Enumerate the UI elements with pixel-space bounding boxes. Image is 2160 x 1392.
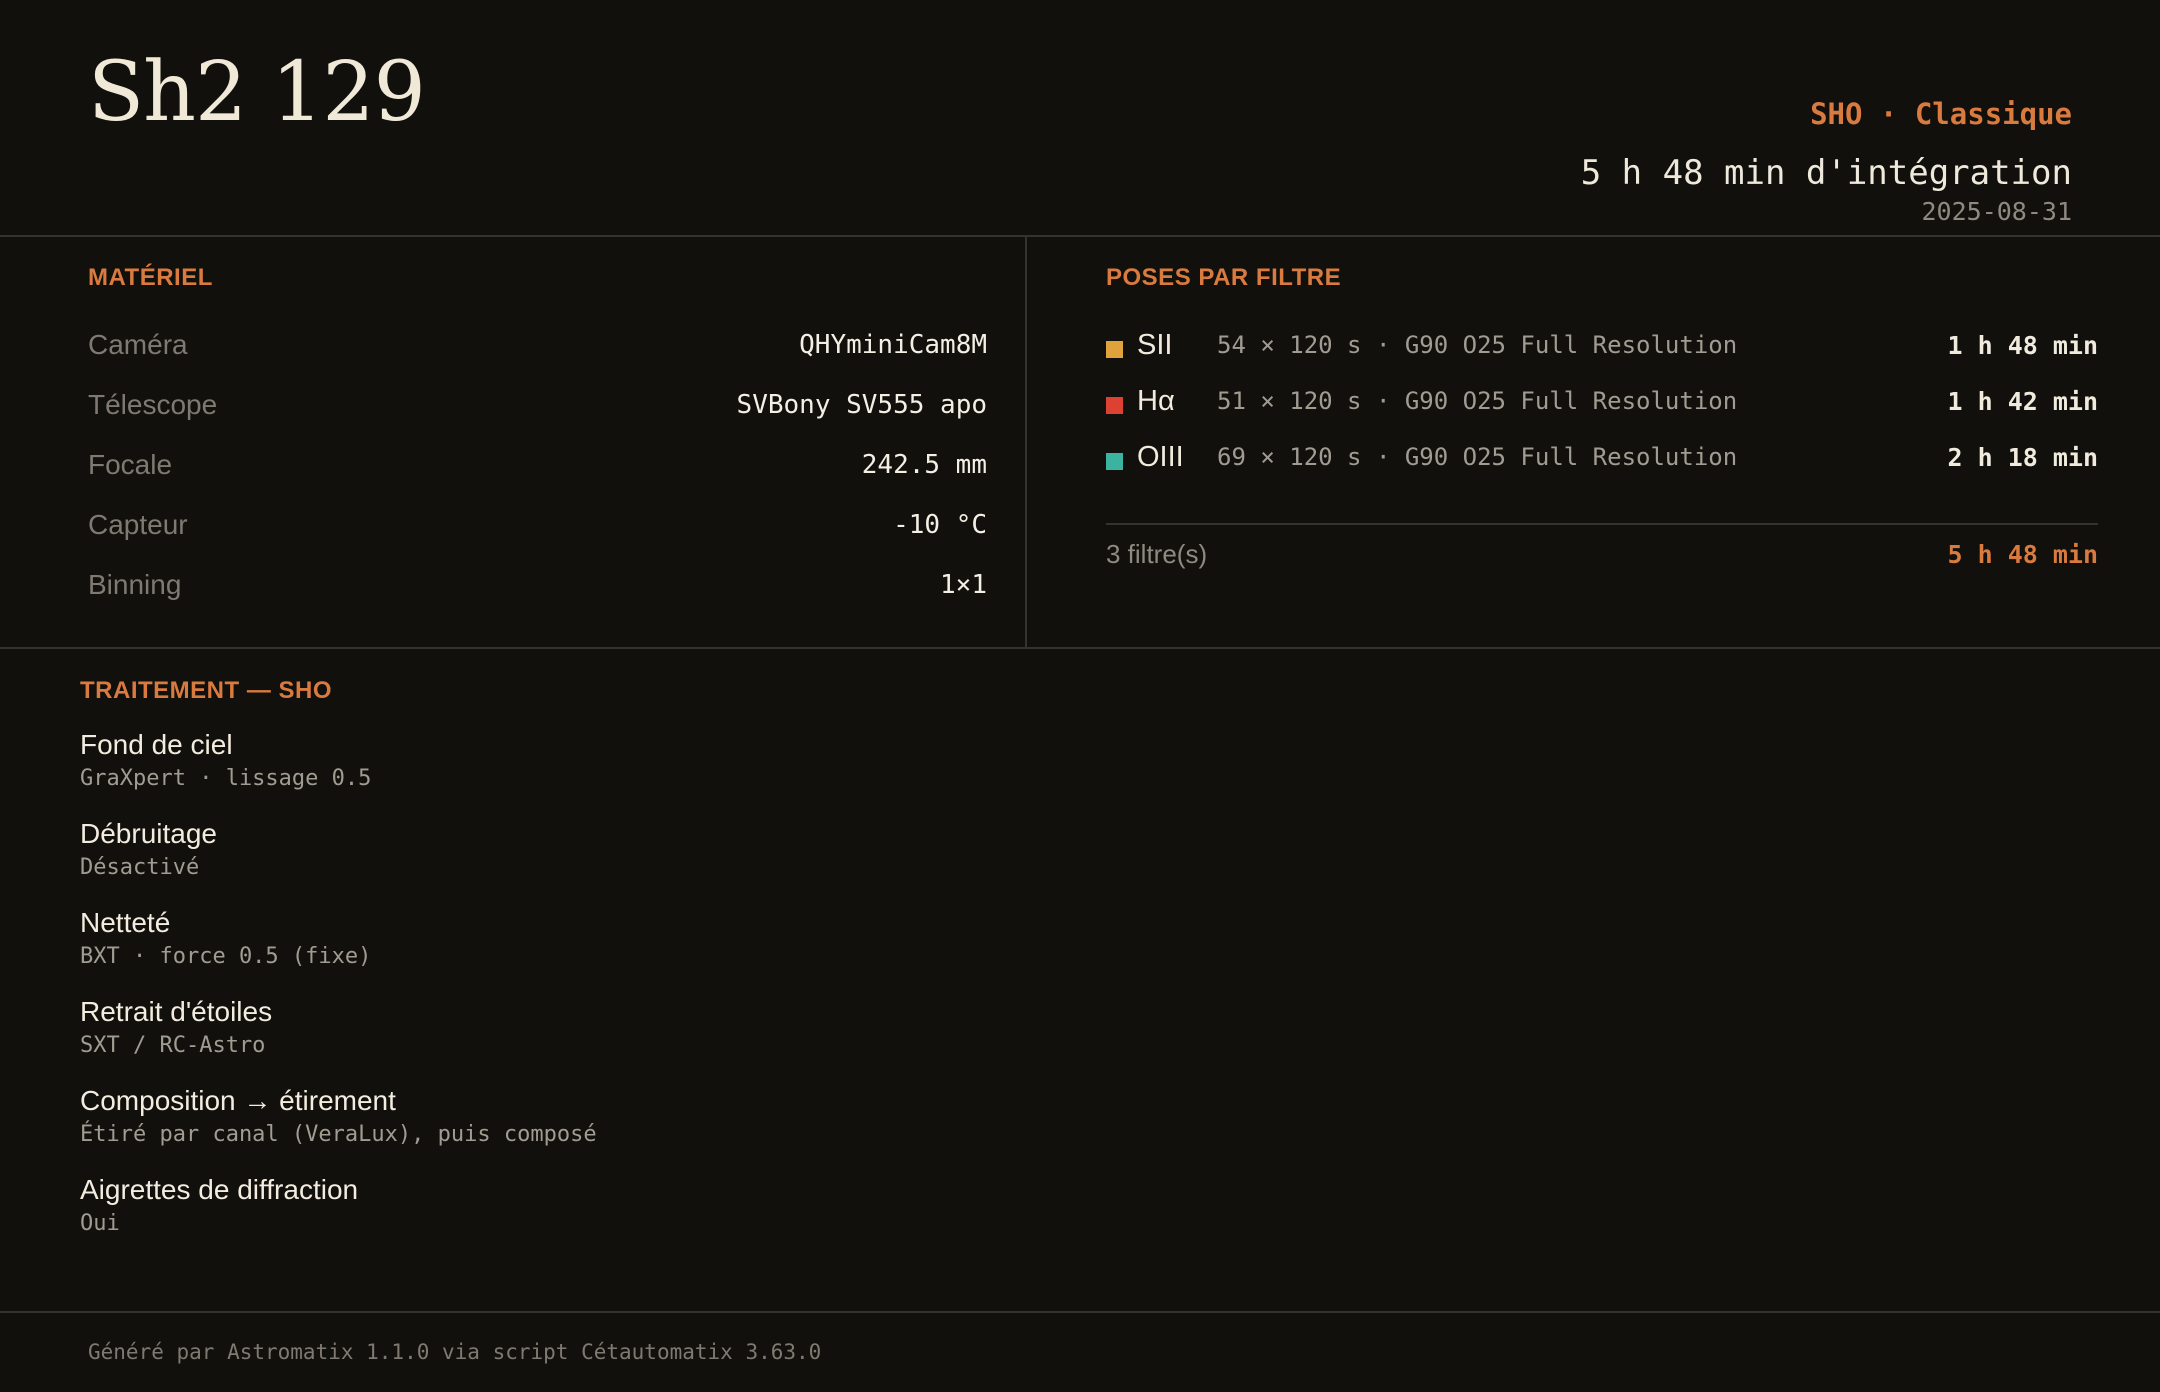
equipment-row-sensor: Capteur -10 °C [88,495,987,555]
equipment-value: QHYminiCam8M [799,330,987,360]
exposures-title: POSES PAR FILTRE [1106,264,1342,291]
step-detail: Étiré par canal (VeraLux), puis composé [80,1122,597,1147]
exposures-divider [1106,523,2098,525]
step-label: Netteté [80,907,171,938]
processing-title: TRAITEMENT — SHO [80,677,332,704]
session-date: 2025-08-31 [1921,197,2072,226]
equipment-label: Focale [88,449,173,480]
step-label: Composition → étirement [80,1085,396,1116]
filter-duration: 2 h 18 min [1947,442,2098,472]
processing-section: TRAITEMENT — SHO Fond de ciel GraXpert ·… [80,676,2080,1262]
header-summary: SHO · Classique 5 h 48 min d'intégration… [1581,96,2072,228]
equipment-label: Caméra [88,329,188,360]
equipment-row-camera: Caméra QHYminiCam8M [88,315,987,375]
filter-name: SII [1137,328,1173,361]
filter-exposure-detail: 51 × 120 s · G90 O25 Full Resolution [1217,387,1738,415]
equipment-label: Binning [88,569,182,600]
step-label: Retrait d'étoiles [80,996,273,1027]
equipment-row-focal: Focale 242.5 mm [88,435,987,495]
filter-row-sii: SII 54 × 120 s · G90 O25 Full Resolution… [1106,317,2098,373]
filter-name: OIII [1137,440,1184,473]
filter-count: 3 filtre(s) [1106,539,1208,569]
equipment-row-binning: Binning 1×1 [88,555,987,615]
exposures-panel: POSES PAR FILTRE SII 54 × 120 s · G90 O2… [1027,237,2160,647]
equipment-value: 242.5 mm [861,450,987,480]
exposures-total: 5 h 48 min [1947,540,2098,569]
processing-step-star-removal: Retrait d'étoiles SXT / RC-Astro [80,995,2080,1061]
filter-color-swatch [1106,396,1123,414]
step-label: Aigrettes de diffraction [80,1174,359,1205]
equipment-value: 1×1 [940,570,987,600]
step-label: Débruitage [80,818,217,849]
exposures-summary: 3 filtre(s) 5 h 48 min [1106,539,2098,570]
equipment-title: MATÉRIEL [88,264,213,291]
step-detail: SXT / RC-Astro [80,1033,266,1058]
equipment-label: Capteur [88,509,188,540]
filter-exposure-detail: 54 × 120 s · G90 O25 Full Resolution [1217,331,1738,359]
step-detail: GraXpert · lissage 0.5 [80,766,372,791]
filter-exposure-detail: 69 × 120 s · G90 O25 Full Resolution [1217,443,1738,471]
report-header: Sh2 129 SHO · Classique 5 h 48 min d'int… [0,0,2160,237]
equipment-label: Télescope [88,389,218,420]
filter-row-ha: Hα 51 × 120 s · G90 O25 Full Resolution … [1106,373,2098,429]
step-detail: Oui [80,1211,120,1236]
filter-duration: 1 h 48 min [1947,330,2098,360]
equipment-value: SVBony SV555 apo [736,390,987,420]
filter-duration: 1 h 42 min [1947,386,2098,416]
filter-color-swatch [1106,452,1123,470]
step-detail: Désactivé [80,855,200,880]
processing-step-denoise: Débruitage Désactivé [80,817,2080,883]
page-title: Sh2 129 [88,45,426,140]
filter-color-swatch [1106,340,1123,358]
exposures-list: SII 54 × 120 s · G90 O25 Full Resolution… [1106,317,2098,485]
total-integration: 5 h 48 min d'intégration [1580,153,2072,193]
equipment-list: Caméra QHYminiCam8M Télescope SVBony SV5… [88,315,987,615]
details-row: MATÉRIEL Caméra QHYminiCam8M Télescope S… [0,237,2160,649]
filter-name: Hα [1137,384,1175,417]
filter-row-oiii: OIII 69 × 120 s · G90 O25 Full Resolutio… [1106,429,2098,485]
step-label: Fond de ciel [80,729,233,760]
step-detail: BXT · force 0.5 (fixe) [80,944,372,969]
generator-credit: Généré par Astromatix 1.1.0 via script C… [88,1340,822,1364]
equipment-row-telescope: Télescope SVBony SV555 apo [88,375,987,435]
processing-step-background: Fond de ciel GraXpert · lissage 0.5 [80,728,2080,794]
equipment-value: -10 °C [893,510,987,540]
processing-step-sharpen: Netteté BXT · force 0.5 (fixe) [80,906,2080,972]
report-footer: Généré par Astromatix 1.1.0 via script C… [0,1311,2160,1392]
palette-mode: SHO · Classique [1810,97,2072,131]
processing-step-composition: Composition → étirement Étiré par canal … [80,1084,2080,1150]
processing-step-spikes: Aigrettes de diffraction Oui [80,1173,2080,1239]
equipment-panel: MATÉRIEL Caméra QHYminiCam8M Télescope S… [0,237,1027,647]
